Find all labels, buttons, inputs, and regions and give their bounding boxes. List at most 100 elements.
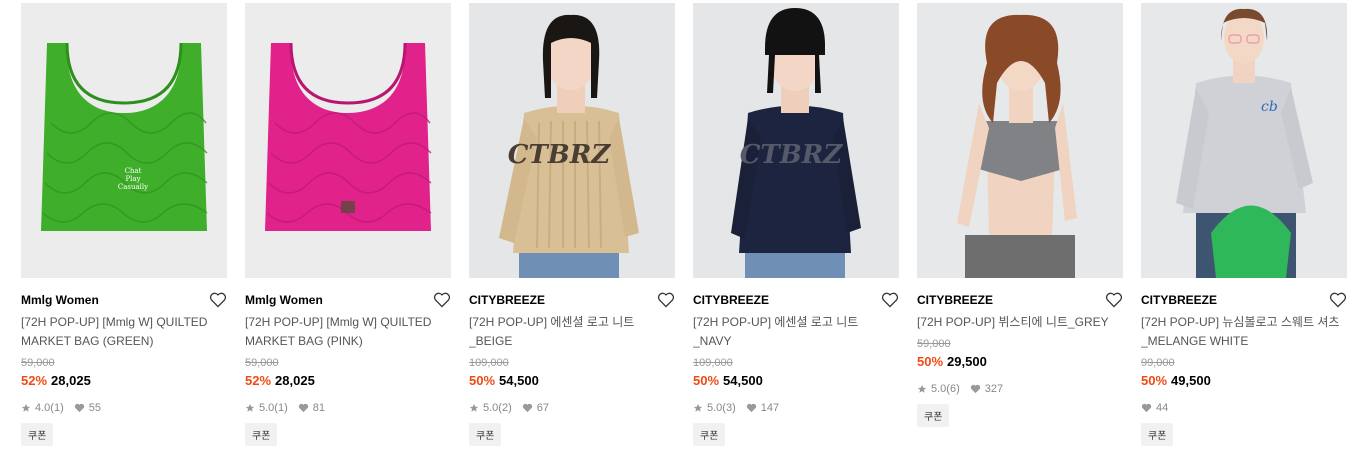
product-stats: 44 — [1141, 401, 1347, 415]
review-count: (1) — [50, 402, 64, 414]
brand-name[interactable]: CITYBREEZE — [917, 293, 993, 307]
sale-price: 28,025 — [51, 373, 91, 388]
like-count: 44 — [1156, 402, 1169, 414]
original-price: 109,000 — [693, 357, 733, 369]
product-card[interactable]: CTBRZ CITYBREEZE [72H POP-UP] 에센셜 로고 니트 … — [693, 3, 899, 446]
model-grey-bustier-image — [957, 14, 1077, 278]
price-row: 52% 28,025 — [21, 373, 227, 391]
sale-price: 54,500 — [723, 373, 763, 388]
like-heart-icon — [746, 403, 756, 413]
product-name[interactable]: [72H POP-UP] 뷔스티에 니트_GREY — [917, 313, 1123, 332]
model-white-sweatshirt-image: cb — [1176, 8, 1313, 278]
product-image[interactable]: Chat Play Casually — [21, 3, 227, 278]
price-row: 52% 28,025 — [245, 373, 451, 391]
sale-price: 28,025 — [275, 373, 315, 388]
green-bag-image: Chat Play Casually — [41, 42, 208, 231]
pink-bag-image — [265, 42, 432, 231]
review-count: (1) — [274, 402, 288, 414]
product-name[interactable]: [72H POP-UP] [Mmlg W] QUILTED MARKET BAG… — [245, 313, 451, 351]
like-heart-icon — [970, 384, 980, 394]
product-image[interactable]: CTBRZ — [693, 3, 899, 278]
like-count: 327 — [984, 383, 1004, 395]
price-row: 50% 54,500 — [469, 373, 675, 391]
product-image[interactable] — [917, 3, 1123, 278]
svg-text:CTBRZ: CTBRZ — [740, 140, 844, 170]
brand-name[interactable]: Mmlg Women — [245, 293, 323, 307]
heart-icon[interactable] — [1329, 292, 1347, 308]
svg-text:Casually: Casually — [118, 183, 148, 191]
coupon-badge: 쿠폰 — [21, 423, 54, 446]
heart-icon[interactable] — [1105, 292, 1123, 308]
product-grid: Chat Play Casually Mmlg Women [72H POP-U… — [21, 3, 1347, 446]
product-image[interactable]: CTBRZ — [469, 3, 675, 278]
original-price: 109,000 — [469, 357, 509, 369]
discount-rate: 50% — [469, 373, 496, 388]
price-row: 50% 54,500 — [693, 373, 899, 391]
discount-rate: 50% — [693, 373, 720, 388]
like-heart-icon — [74, 403, 84, 413]
product-name[interactable]: [72H POP-UP] 에센셜 로고 니트 _BEIGE — [469, 313, 675, 351]
like-heart-icon — [298, 403, 308, 413]
like-count: 55 — [88, 402, 101, 414]
rating: 5.0 — [483, 402, 499, 414]
review-count: (3) — [722, 402, 736, 414]
like-count: 67 — [536, 402, 549, 414]
star-icon — [21, 403, 31, 412]
coupon-badge: 쿠폰 — [693, 423, 726, 446]
product-name[interactable]: [72H POP-UP] 에센셜 로고 니트 _NAVY — [693, 313, 899, 351]
original-price: 99,000 — [1141, 357, 1175, 369]
review-count: (2) — [498, 402, 512, 414]
like-count: 81 — [312, 402, 325, 414]
heart-icon[interactable] — [209, 292, 227, 308]
sale-price: 49,500 — [1171, 373, 1211, 388]
svg-text:Play: Play — [125, 175, 140, 183]
price-row: 50% 29,500 — [917, 354, 1123, 372]
model-beige-knit-image: CTBRZ — [499, 14, 639, 278]
coupon-badge: 쿠폰 — [1141, 423, 1174, 446]
product-image[interactable] — [245, 3, 451, 278]
coupon-badge: 쿠폰 — [917, 404, 950, 427]
discount-rate: 52% — [245, 373, 272, 388]
discount-rate: 50% — [917, 354, 944, 369]
model-navy-knit-image: CTBRZ — [731, 8, 861, 278]
heart-icon[interactable] — [657, 292, 675, 308]
brand-name[interactable]: CITYBREEZE — [693, 293, 769, 307]
original-price: 59,000 — [917, 338, 951, 350]
star-icon — [693, 403, 703, 412]
brand-name[interactable]: Mmlg Women — [21, 293, 99, 307]
product-card[interactable]: Mmlg Women [72H POP-UP] [Mmlg W] QUILTED… — [245, 3, 451, 446]
product-card[interactable]: CITYBREEZE [72H POP-UP] 뷔스티에 니트_GREY 59,… — [917, 3, 1123, 446]
original-price: 59,000 — [21, 357, 55, 369]
product-stats: 5.0 (3) 147 — [693, 401, 899, 415]
heart-icon[interactable] — [881, 292, 899, 308]
product-stats: 5.0 (2) 67 — [469, 401, 675, 415]
brand-name[interactable]: CITYBREEZE — [469, 293, 545, 307]
product-stats: 5.0 (1) 81 — [245, 401, 451, 415]
product-image[interactable]: cb — [1141, 3, 1347, 278]
svg-text:CTBRZ: CTBRZ — [508, 140, 612, 170]
rating: 4.0 — [35, 402, 51, 414]
product-card[interactable]: cb CITYBREEZE [72H POP-UP] 뉴심볼로고 스웨트 셔츠_… — [1141, 3, 1347, 446]
svg-text:Chat: Chat — [125, 167, 142, 175]
product-name[interactable]: [72H POP-UP] 뉴심볼로고 스웨트 셔츠_MELANGE WHITE — [1141, 313, 1347, 351]
original-price: 59,000 — [245, 357, 279, 369]
like-heart-icon — [1141, 403, 1152, 413]
heart-icon[interactable] — [433, 292, 451, 308]
discount-rate: 50% — [1141, 373, 1168, 388]
coupon-badge: 쿠폰 — [245, 423, 278, 446]
brand-name[interactable]: CITYBREEZE — [1141, 293, 1217, 307]
discount-rate: 52% — [21, 373, 48, 388]
like-heart-icon — [522, 403, 532, 413]
product-stats: 4.0 (1) 55 — [21, 401, 227, 415]
product-card[interactable]: CTBRZ CITYBREEZE [72H POP-UP] 에센셜 로고 니트 … — [469, 3, 675, 446]
price-row: 50% 49,500 — [1141, 373, 1347, 391]
product-name[interactable]: [72H POP-UP] [Mmlg W] QUILTED MARKET BAG… — [21, 313, 227, 351]
rating: 5.0 — [931, 383, 947, 395]
coupon-badge: 쿠폰 — [469, 423, 502, 446]
review-count: (6) — [946, 383, 960, 395]
star-icon — [917, 384, 927, 393]
product-stats: 5.0 (6) 327 — [917, 382, 1123, 396]
sale-price: 29,500 — [947, 354, 987, 369]
sale-price: 54,500 — [499, 373, 539, 388]
product-card[interactable]: Chat Play Casually Mmlg Women [72H POP-U… — [21, 3, 227, 446]
